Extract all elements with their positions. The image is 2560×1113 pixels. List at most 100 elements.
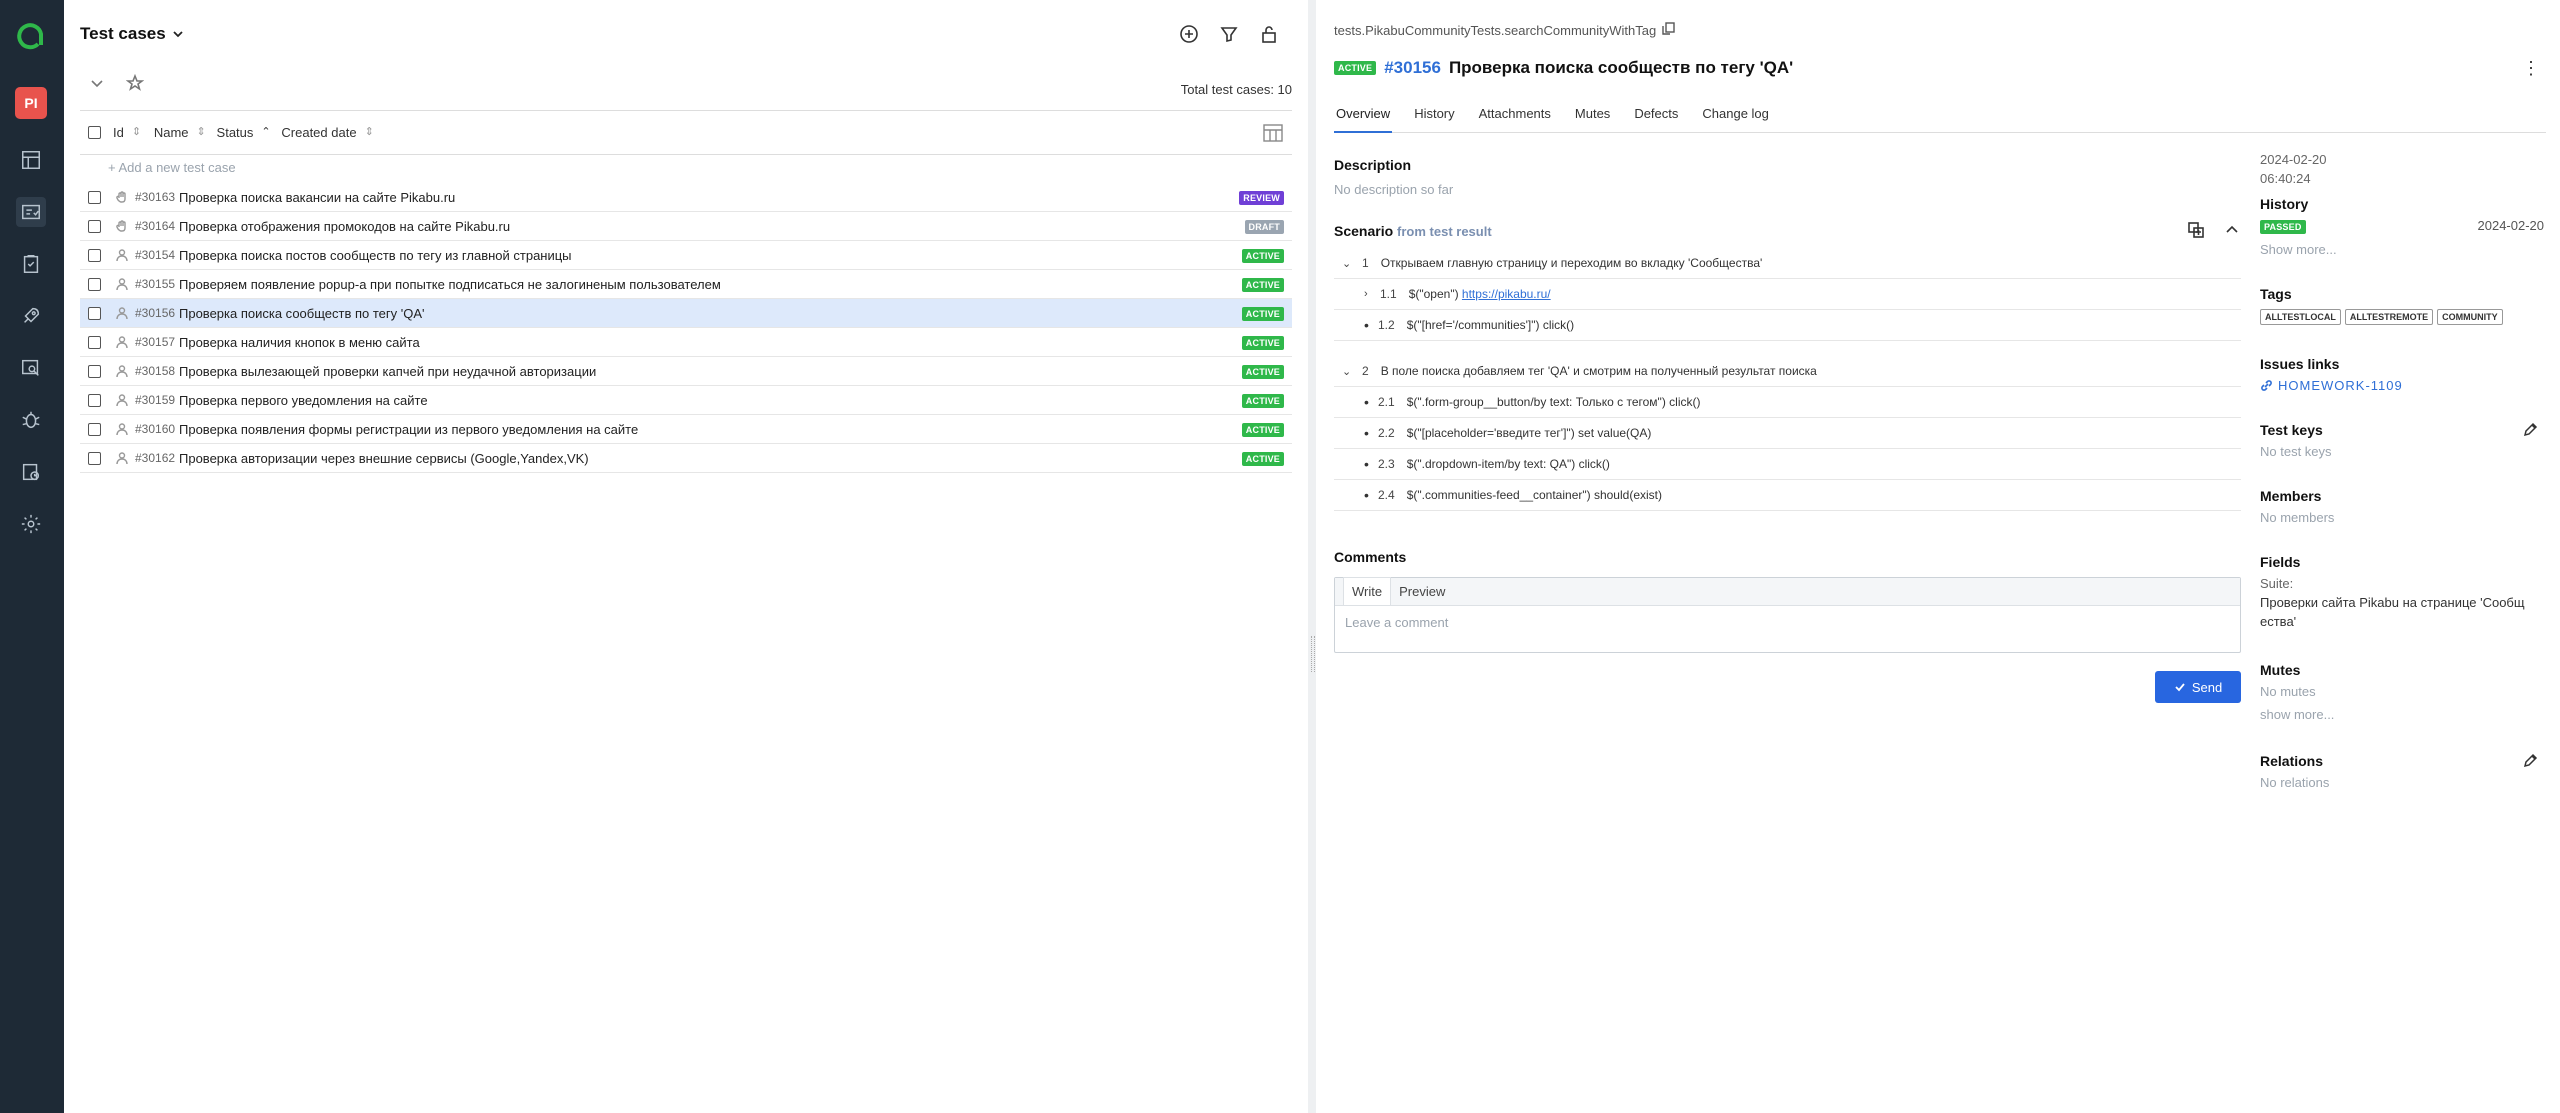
table-row[interactable]: #30155 Проверяем появление popup-а при по… (80, 270, 1292, 299)
select-all-checkbox[interactable] (88, 126, 101, 139)
step-link[interactable]: https://pikabu.ru/ (1462, 287, 1551, 301)
table-row[interactable]: #30160 Проверка появления формы регистрац… (80, 415, 1292, 444)
row-id: #30157 (135, 335, 176, 349)
column-created-date[interactable]: Created date ⇕ (281, 125, 373, 140)
tab-change-log[interactable]: Change log (1700, 106, 1771, 133)
chevron-down-icon[interactable]: ⌄ (1342, 257, 1356, 270)
issue-link[interactable]: HOMEWORK-1109 (2260, 378, 2544, 393)
tab-write[interactable]: Write (1343, 577, 1392, 605)
column-name[interactable]: Name ⇕ (154, 125, 206, 140)
table-row[interactable]: #30154 Проверка поиска постов сообществ п… (80, 241, 1292, 270)
row-id: #30159 (135, 393, 176, 407)
row-checkbox[interactable] (88, 190, 101, 204)
tab-history[interactable]: History (1412, 106, 1456, 133)
copy-icon[interactable] (1662, 22, 1675, 38)
scenario-label: Scenario (1334, 223, 1394, 239)
test-path-text: tests.PikabuCommunityTests.searchCommuni… (1334, 22, 1657, 38)
rocket-icon[interactable] (16, 301, 46, 331)
created-date: 2024-02-20 (2260, 152, 2327, 167)
step-2-4[interactable]: • 2.4 $(".communities-feed__container") … (1334, 480, 2241, 511)
row-name: Проверка поиска вакансии на сайте Pikabu… (179, 189, 456, 205)
mutes-heading: Mutes (2260, 662, 2301, 678)
detail-tabs: Overview History Attachments Mutes Defec… (1334, 106, 2546, 133)
defects-icon[interactable] (16, 405, 46, 435)
project-avatar[interactable]: PI (15, 87, 47, 119)
row-checkbox[interactable] (88, 364, 101, 378)
table-row[interactable]: #30156 Проверка поиска сообществ по тегу … (80, 299, 1292, 328)
tag-chip[interactable]: ALLTESTLOCAL (2260, 309, 2341, 325)
chevron-right-icon[interactable]: › (1364, 288, 1378, 300)
step-1-1[interactable]: › 1.1 $("open") https://pikabu.ru/ (1334, 279, 2241, 310)
sort-asc-icon: ⌃ (261, 126, 271, 138)
send-button[interactable]: Send (2155, 671, 2241, 703)
step-number: 2.1 (1378, 395, 1395, 409)
edit-pencil-icon[interactable] (2522, 753, 2538, 772)
edit-pencil-icon[interactable] (2522, 422, 2538, 441)
status-badge: ACTIVE (1241, 452, 1284, 466)
filter-icon[interactable] (1218, 23, 1240, 48)
add-test-case-icon[interactable] (1178, 23, 1200, 48)
column-settings-icon[interactable] (1262, 123, 1284, 143)
tab-defects[interactable]: Defects (1632, 106, 1680, 133)
history-show-more-link[interactable]: Show more... (2260, 242, 2544, 257)
column-status[interactable]: Status ⌃ (216, 125, 271, 140)
row-checkbox[interactable] (88, 306, 101, 320)
tab-overview[interactable]: Overview (1334, 106, 1393, 133)
settings-gear-icon[interactable] (16, 509, 46, 539)
step-2-2[interactable]: • 2.2 $("[placeholder='введите тег']") s… (1334, 418, 2241, 449)
step-1[interactable]: ⌄ 1 Открываем главную страницу и переход… (1334, 248, 2241, 279)
table-row[interactable]: #30163 Проверка поиска вакансии на сайте … (80, 183, 1292, 212)
step-2[interactable]: ⌄ 2 В поле поиска добавляем тег 'QA' и с… (1334, 356, 2241, 387)
row-checkbox[interactable] (88, 219, 101, 233)
test-cases-icon[interactable] (16, 197, 46, 227)
comment-input[interactable] (1335, 606, 2240, 651)
tab-preview[interactable]: Preview (1391, 578, 1453, 605)
tab-mutes[interactable]: Mutes (1573, 106, 1612, 133)
lock-icon[interactable] (1258, 23, 1280, 48)
table-row[interactable]: #30159 Проверка первого уведомления на са… (80, 386, 1292, 415)
more-actions-icon[interactable]: ⋮ (2522, 58, 2540, 79)
table-row[interactable]: #30157 Проверка наличия кнопок в меню сай… (80, 328, 1292, 357)
step-2-1[interactable]: • 2.1 $(".form-group__button/by text: То… (1334, 387, 2241, 418)
column-id[interactable]: Id ⇕ (113, 125, 141, 140)
tab-attachments[interactable]: Attachments (1477, 106, 1553, 133)
jobs-icon[interactable] (16, 457, 46, 487)
star-icon[interactable] (125, 73, 145, 95)
row-name: Проверка поиска сообществ по тегу 'QA' (179, 305, 425, 321)
step-1-2[interactable]: • 1.2 $("[href='/communities']") click() (1334, 310, 2241, 341)
mutes-show-more-link[interactable]: show more... (2260, 707, 2544, 722)
table-row[interactable]: #30162 Проверка авторизации через внешние… (80, 444, 1292, 473)
chevron-down-icon[interactable]: ⌄ (1342, 365, 1356, 378)
tag-chip[interactable]: ALLTESTREMOTE (2344, 309, 2434, 325)
row-name: Проверка первого уведомления на сайте (179, 392, 428, 408)
panel-splitter[interactable] (1308, 0, 1316, 1113)
column-status-label: Status (216, 125, 254, 140)
bullet-icon: • (1364, 425, 1369, 441)
add-test-case-row[interactable]: + Add a new test case (108, 160, 236, 175)
history-section: History PASSED 2024-02-20 Show more... (2260, 196, 2544, 257)
link-icon (2261, 380, 2272, 391)
collapse-up-icon[interactable] (2223, 221, 2241, 242)
test-cases-title[interactable]: Test cases (80, 24, 184, 44)
table-row[interactable]: #30164 Проверка отображения промокодов на… (80, 212, 1292, 241)
expand-all-icon[interactable] (2187, 221, 2205, 242)
row-checkbox[interactable] (88, 393, 101, 407)
dashboard-icon[interactable] (16, 145, 46, 175)
relations-value: No relations (2260, 775, 2330, 790)
row-checkbox[interactable] (88, 451, 101, 465)
check-icon (2175, 683, 2185, 692)
row-checkbox[interactable] (88, 248, 101, 262)
table-row[interactable]: #30158 Проверка вылезающей проверки капче… (80, 357, 1292, 386)
analytics-icon[interactable] (16, 353, 46, 383)
status-badge: ACTIVE (1334, 61, 1377, 75)
collapse-chevron-icon[interactable] (88, 74, 106, 95)
row-checkbox[interactable] (88, 277, 101, 291)
allure-logo-icon[interactable] (13, 17, 47, 51)
row-checkbox[interactable] (88, 422, 101, 436)
launches-icon[interactable] (16, 249, 46, 279)
tag-chip[interactable]: COMMUNITY (2437, 309, 2503, 325)
step-text: $(".communities-feed__container") should… (1406, 488, 1662, 502)
history-status-badge[interactable]: PASSED (2260, 220, 2306, 234)
row-checkbox[interactable] (88, 335, 101, 349)
step-2-3[interactable]: • 2.3 $(".dropdown-item/by text: QA") cl… (1334, 449, 2241, 480)
